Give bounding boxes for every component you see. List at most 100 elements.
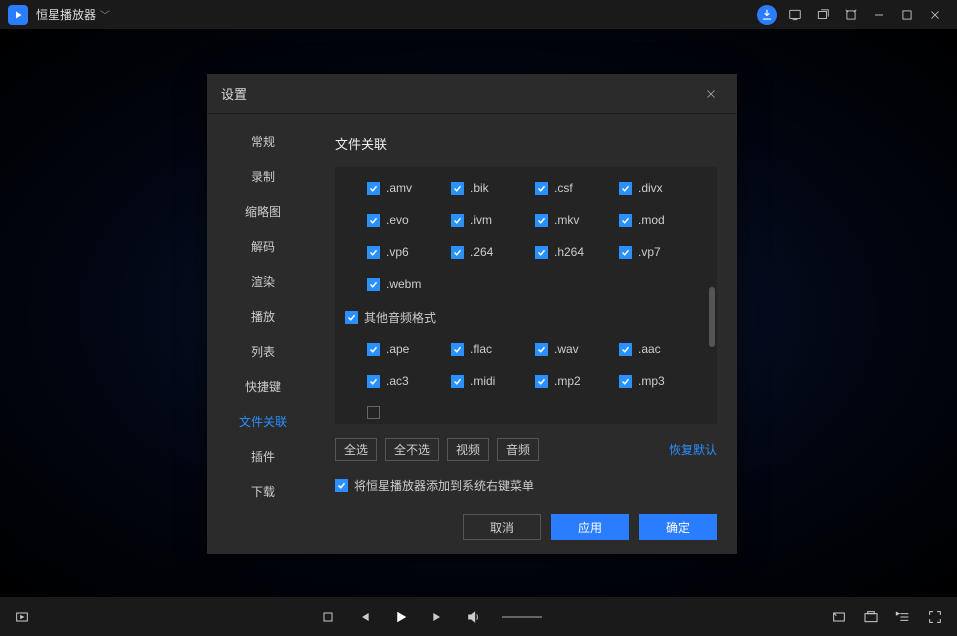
section-title: 文件关联 — [335, 134, 717, 153]
file-assoc-list: .amv.bik.csf.divx.evo.ivm.mkv.mod.vp6.26… — [335, 167, 717, 424]
context-menu-label: 将恒星播放器添加到系统右键菜单 — [354, 477, 534, 494]
open-file-icon[interactable] — [14, 609, 30, 625]
ext-checkbox[interactable] — [619, 375, 632, 388]
ext-checkbox[interactable] — [451, 343, 464, 356]
minimize-button[interactable] — [865, 3, 893, 27]
ext-checkbox[interactable] — [451, 375, 464, 388]
dialog-footer: 取消 应用 确定 — [335, 494, 717, 540]
ext-row: .webm — [345, 277, 707, 291]
sidebar-item-7[interactable]: 快捷键 — [207, 369, 319, 404]
sidebar-item-1[interactable]: 录制 — [207, 159, 319, 194]
stop-button[interactable] — [320, 609, 336, 625]
prev-track-button[interactable] — [356, 609, 372, 625]
audio-group-label: 其他音频格式 — [364, 309, 436, 326]
sidebar-item-0[interactable]: 常规 — [207, 124, 319, 159]
ext-checkbox[interactable] — [619, 246, 632, 259]
ext-checkbox[interactable] — [367, 246, 380, 259]
dialog-header: 设置 — [207, 74, 737, 114]
ext-cell: .mp3 — [619, 374, 703, 388]
ext-checkbox-partial[interactable] — [367, 406, 380, 419]
sidebar-item-5[interactable]: 播放 — [207, 299, 319, 334]
ext-checkbox[interactable] — [367, 375, 380, 388]
volume-slider[interactable] — [502, 616, 542, 618]
ext-checkbox[interactable] — [619, 214, 632, 227]
audio-group-checkbox[interactable] — [345, 311, 358, 324]
ext-checkbox[interactable] — [451, 246, 464, 259]
ext-label: .csf — [554, 181, 573, 195]
ext-cell: .divx — [619, 181, 703, 195]
ext-checkbox[interactable] — [535, 375, 548, 388]
dialog-close-button[interactable] — [699, 82, 723, 106]
ext-checkbox[interactable] — [451, 182, 464, 195]
ext-cell: .csf — [535, 181, 619, 195]
restore-defaults-link[interactable]: 恢复默认 — [669, 441, 717, 458]
ext-checkbox[interactable] — [367, 214, 380, 227]
ext-checkbox[interactable] — [535, 246, 548, 259]
close-button[interactable] — [921, 3, 949, 27]
popout-button[interactable] — [809, 3, 837, 27]
sidebar-item-3[interactable]: 解码 — [207, 229, 319, 264]
ext-checkbox[interactable] — [451, 214, 464, 227]
filter-select-all[interactable]: 全选 — [335, 438, 377, 461]
filter-video[interactable]: 视频 — [447, 438, 489, 461]
ext-label: .amv — [386, 181, 412, 195]
ext-cell: .ac3 — [367, 374, 451, 388]
maximize-button[interactable] — [893, 3, 921, 27]
sidebar-item-9[interactable]: 插件 — [207, 439, 319, 474]
ok-button[interactable]: 确定 — [639, 514, 717, 540]
context-menu-checkbox[interactable] — [335, 479, 348, 492]
settings-sidebar: 常规录制缩略图解码渲染播放列表快捷键文件关联插件下载 — [207, 114, 319, 554]
ext-row: .ape.flac.wav.aac — [345, 342, 707, 356]
fullscreen-icon[interactable] — [927, 609, 943, 625]
cancel-button[interactable]: 取消 — [463, 514, 541, 540]
ext-checkbox[interactable] — [535, 182, 548, 195]
sidebar-item-4[interactable]: 渲染 — [207, 264, 319, 299]
next-track-button[interactable] — [430, 609, 446, 625]
ext-checkbox[interactable] — [619, 343, 632, 356]
ext-cell: .264 — [451, 245, 535, 259]
playlist-icon[interactable] — [895, 609, 911, 625]
ext-cell: .ape — [367, 342, 451, 356]
pin-button[interactable] — [837, 3, 865, 27]
subtitle-icon[interactable] — [831, 609, 847, 625]
ext-checkbox[interactable] — [367, 182, 380, 195]
ext-label: .ac3 — [386, 374, 409, 388]
sidebar-item-2[interactable]: 缩略图 — [207, 194, 319, 229]
ext-label: .ivm — [470, 213, 492, 227]
context-menu-row: 将恒星播放器添加到系统右键菜单 — [335, 477, 717, 494]
settings-content: 文件关联 .amv .bik .csf .divx .evo .ivm .mkv .mod .v… — [319, 114, 737, 554]
filter-select-none[interactable]: 全不选 — [385, 438, 439, 461]
snapshot-icon[interactable] — [863, 609, 879, 625]
download-icon — [757, 5, 777, 25]
filter-row: 全选 全不选 视频 音频 恢复默认 — [335, 438, 717, 461]
download-button[interactable] — [753, 3, 781, 27]
ext-cell: .flac — [451, 342, 535, 356]
ext-cell: .vp7 — [619, 245, 703, 259]
sidebar-item-10[interactable]: 下载 — [207, 474, 319, 509]
app-title-dropdown[interactable]: ﹀ — [100, 7, 110, 22]
ext-label: .flac — [470, 342, 492, 356]
apply-button[interactable]: 应用 — [551, 514, 629, 540]
ext-checkbox[interactable] — [535, 214, 548, 227]
feedback-button[interactable] — [781, 3, 809, 27]
filter-audio[interactable]: 音频 — [497, 438, 539, 461]
ext-cell: .ivm — [451, 213, 535, 227]
sidebar-item-6[interactable]: 列表 — [207, 334, 319, 369]
ext-label: .midi — [470, 374, 495, 388]
play-button[interactable] — [392, 608, 410, 626]
ext-cell: .mod — [619, 213, 703, 227]
volume-icon[interactable] — [466, 609, 482, 625]
ext-label: .evo — [386, 213, 409, 227]
sidebar-item-8[interactable]: 文件关联 — [207, 404, 319, 439]
ext-label: .mkv — [554, 213, 579, 227]
ext-label: .bik — [470, 181, 489, 195]
ext-checkbox[interactable] — [367, 278, 380, 291]
ext-checkbox[interactable] — [619, 182, 632, 195]
ext-checkbox[interactable] — [367, 343, 380, 356]
scrollbar-thumb[interactable] — [709, 287, 715, 347]
ext-cell: .h264 — [535, 245, 619, 259]
ext-label: .264 — [470, 245, 493, 259]
ext-label: .ape — [386, 342, 409, 356]
ext-cell: .wav — [535, 342, 619, 356]
ext-checkbox[interactable] — [535, 343, 548, 356]
